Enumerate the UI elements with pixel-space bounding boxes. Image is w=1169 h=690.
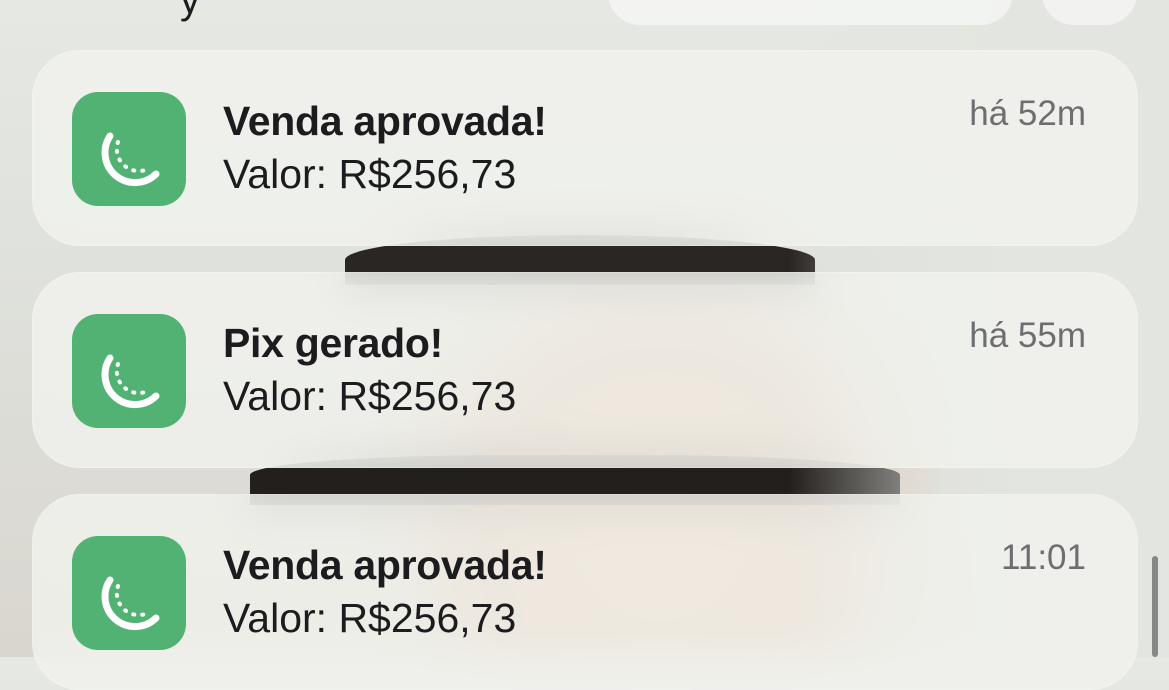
- melon-slice-icon: [101, 132, 160, 187]
- notification-card[interactable]: Pix gerado! Valor: R$256,73 há 55m: [32, 272, 1138, 468]
- melon-slice-icon: [101, 354, 160, 409]
- partial-header-text: y: [180, 0, 200, 22]
- notification-body: Valor: R$256,73: [223, 151, 517, 197]
- notification-time: 11:01: [1001, 538, 1086, 577]
- notification-card[interactable]: Venda aprovada! Valor: R$256,73 há 52m: [32, 50, 1138, 246]
- top-control-pill[interactable]: [608, 0, 1013, 25]
- notification-card[interactable]: Venda aprovada! Valor: R$256,73 11:01: [32, 494, 1138, 690]
- app-icon: [72, 314, 186, 428]
- app-icon: [72, 536, 186, 650]
- notification-body: Valor: R$256,73: [223, 373, 517, 419]
- notification-title: Venda aprovada!: [223, 98, 547, 144]
- notification-title: Pix gerado!: [223, 320, 443, 366]
- scrollbar[interactable]: [1152, 556, 1158, 657]
- notification-time: há 52m: [969, 94, 1086, 133]
- notification-title: Venda aprovada!: [223, 542, 547, 588]
- notification-body: Valor: R$256,73: [223, 595, 517, 641]
- app-icon: [72, 92, 186, 206]
- notification-time: há 55m: [969, 316, 1086, 355]
- melon-slice-icon: [101, 576, 160, 631]
